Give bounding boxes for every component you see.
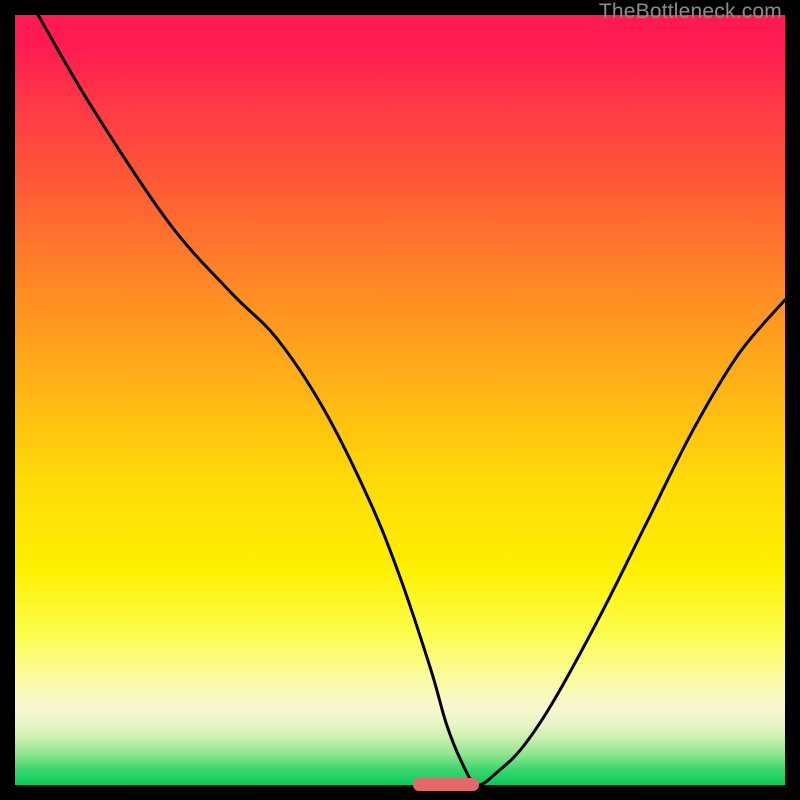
plot-area xyxy=(15,15,785,785)
optimal-range-marker xyxy=(413,778,478,791)
bottleneck-curve xyxy=(15,15,785,785)
watermark-text: TheBottleneck.com xyxy=(599,0,782,24)
chart-frame: TheBottleneck.com xyxy=(0,0,800,800)
curve-path xyxy=(38,15,785,785)
